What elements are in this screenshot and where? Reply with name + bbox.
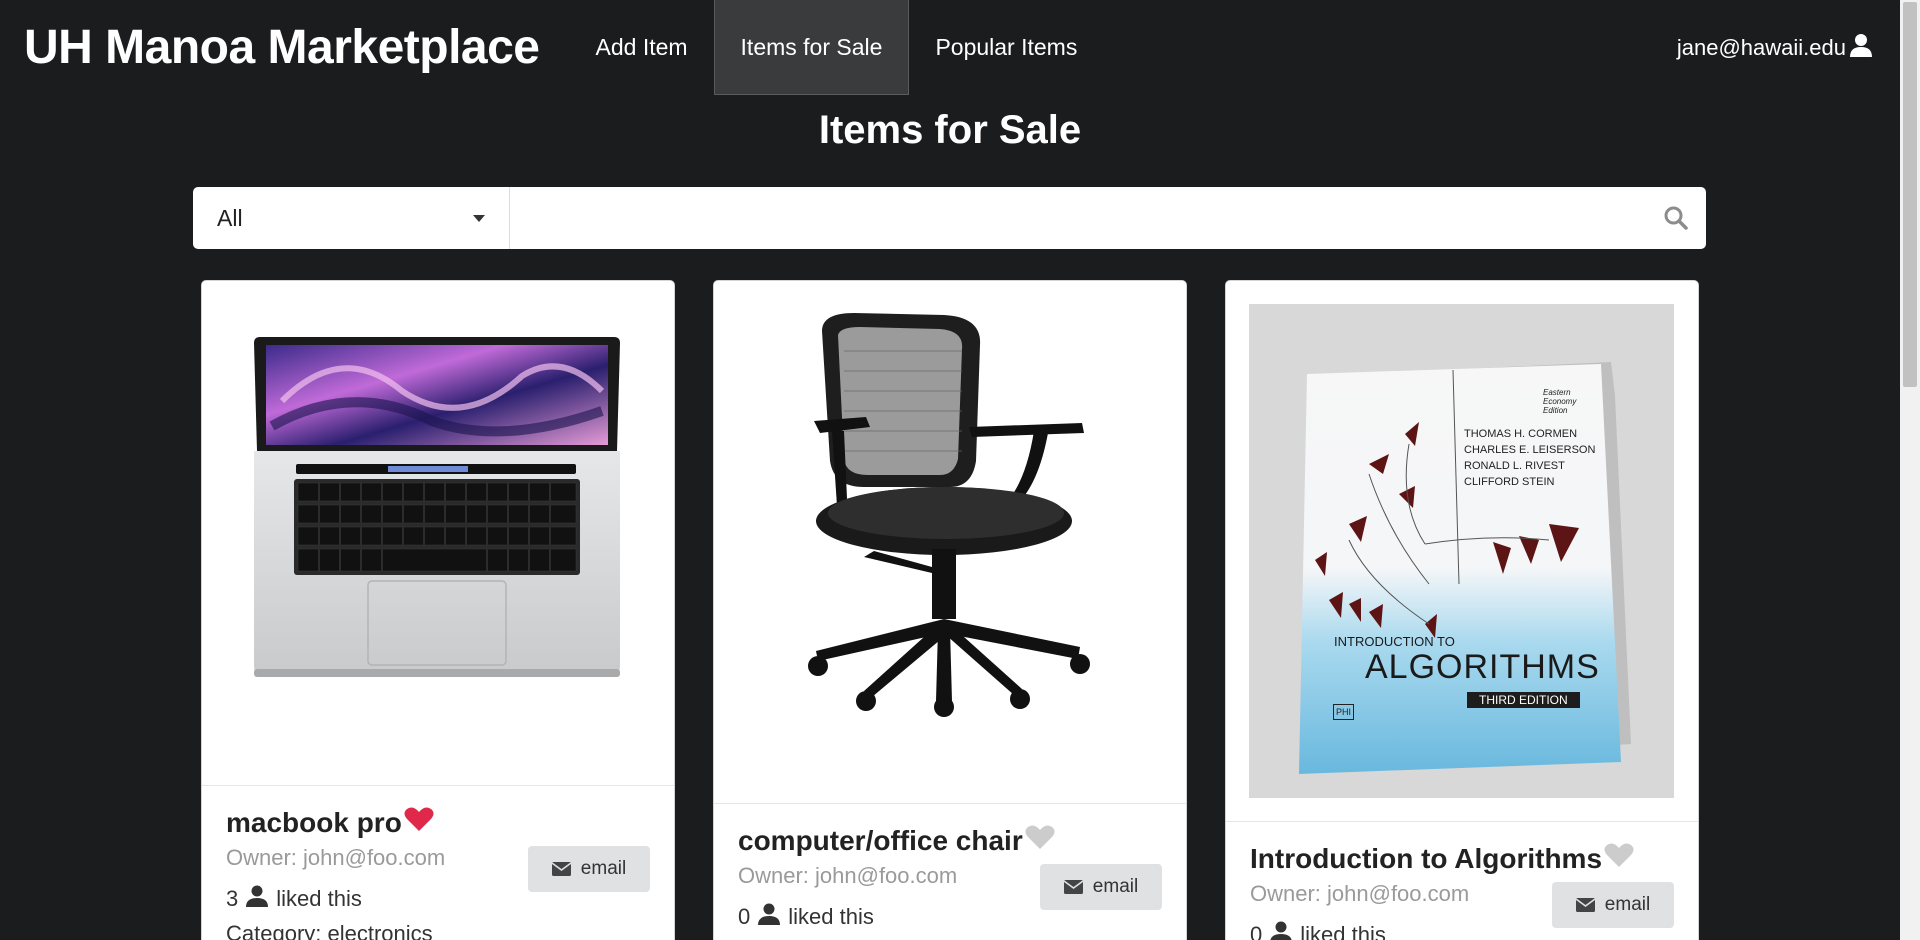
page: UH Manoa Marketplace Add Item Items for … [0, 0, 1920, 940]
item-card[interactable]: Eastern Economy Edition THOMAS H. CORMEN… [1225, 280, 1699, 940]
item-title-row: macbook pro [226, 806, 650, 839]
likes-label: liked this [1300, 922, 1386, 940]
envelope-icon [1063, 880, 1083, 894]
heart-icon-unliked[interactable] [1025, 824, 1055, 857]
likes-count: 0 [738, 904, 751, 929]
likes-count: 0 [1250, 922, 1263, 940]
item-name: computer/office chair [738, 824, 1023, 856]
user-menu[interactable]: jane@hawaii.edu [1677, 0, 1872, 95]
brand-title[interactable]: UH Manoa Marketplace [24, 20, 540, 75]
user-icon [1270, 921, 1292, 940]
likes-label: liked this [276, 886, 362, 911]
user-icon [758, 903, 781, 931]
item-card[interactable]: macbook pro Owner: john@foo.com 3 liked … [201, 280, 675, 940]
item-category: Category: electronics [226, 921, 433, 940]
book-corner-text: Eastern Economy Edition [1543, 388, 1577, 415]
scrollbar-thumb[interactable] [1903, 2, 1917, 387]
likes-count: 3 [226, 886, 239, 911]
search-input[interactable] [510, 187, 1646, 249]
item-card-body: computer/office chair Owner: john@foo.co… [714, 804, 1186, 940]
envelope-icon [1575, 898, 1595, 912]
page-title: Items for Sale [818, 108, 1082, 152]
search-bar: All [193, 187, 1706, 249]
item-title-row: computer/office chair [738, 824, 1162, 857]
book-edition: THIRD EDITION [1467, 692, 1580, 708]
item-card[interactable]: computer/office chair Owner: john@foo.co… [713, 280, 1187, 940]
book-photo: Eastern Economy Edition THOMAS H. CORMEN… [1249, 304, 1674, 798]
email-button[interactable]: email [528, 846, 650, 892]
item-image-chair[interactable] [714, 281, 1186, 804]
envelope-icon [551, 862, 571, 876]
publisher-logo: PHI [1333, 704, 1355, 720]
top-navbar: UH Manoa Marketplace Add Item Items for … [0, 0, 1900, 95]
item-image-laptop[interactable] [202, 281, 674, 786]
chevron-down-icon [473, 214, 485, 222]
likes-label: liked this [788, 904, 874, 929]
email-button-label: email [580, 858, 627, 879]
search-icon [1664, 206, 1688, 230]
item-card-body: Introduction to Algorithms Owner: john@f… [1226, 822, 1698, 940]
category-dropdown[interactable]: All [193, 187, 510, 249]
book-title: ALGORITHMS [1365, 648, 1600, 686]
nav-popular-items[interactable]: Popular Items [909, 0, 1103, 95]
book-subtitle: INTRODUCTION TO [1334, 634, 1455, 649]
email-button-label: email [1604, 894, 1651, 915]
item-title-row: Introduction to Algorithms [1250, 842, 1674, 875]
item-card-body: macbook pro Owner: john@foo.com 3 liked … [202, 786, 674, 940]
user-email: jane@hawaii.edu [1676, 34, 1846, 60]
book-authors: THOMAS H. CORMEN CHARLES E. LEISERSON RO… [1464, 428, 1596, 488]
nav-add-item[interactable]: Add Item [570, 0, 714, 95]
email-button[interactable]: email [1552, 882, 1674, 928]
heart-icon-liked[interactable] [404, 806, 434, 839]
item-name: macbook pro [226, 806, 402, 838]
search-button[interactable] [1646, 187, 1706, 249]
category-selected-value: All [217, 204, 243, 231]
user-icon [246, 885, 269, 913]
item-name: Introduction to Algorithms [1250, 842, 1603, 874]
nav-items-for-sale[interactable]: Items for Sale [713, 0, 910, 95]
item-image-book[interactable]: Eastern Economy Edition THOMAS H. CORMEN… [1226, 281, 1698, 822]
email-button[interactable]: email [1040, 864, 1162, 910]
email-button-label: email [1092, 876, 1139, 897]
heart-icon-unliked[interactable] [1604, 842, 1634, 875]
user-icon [1850, 33, 1872, 63]
page-scrollbar[interactable] [1900, 0, 1920, 940]
